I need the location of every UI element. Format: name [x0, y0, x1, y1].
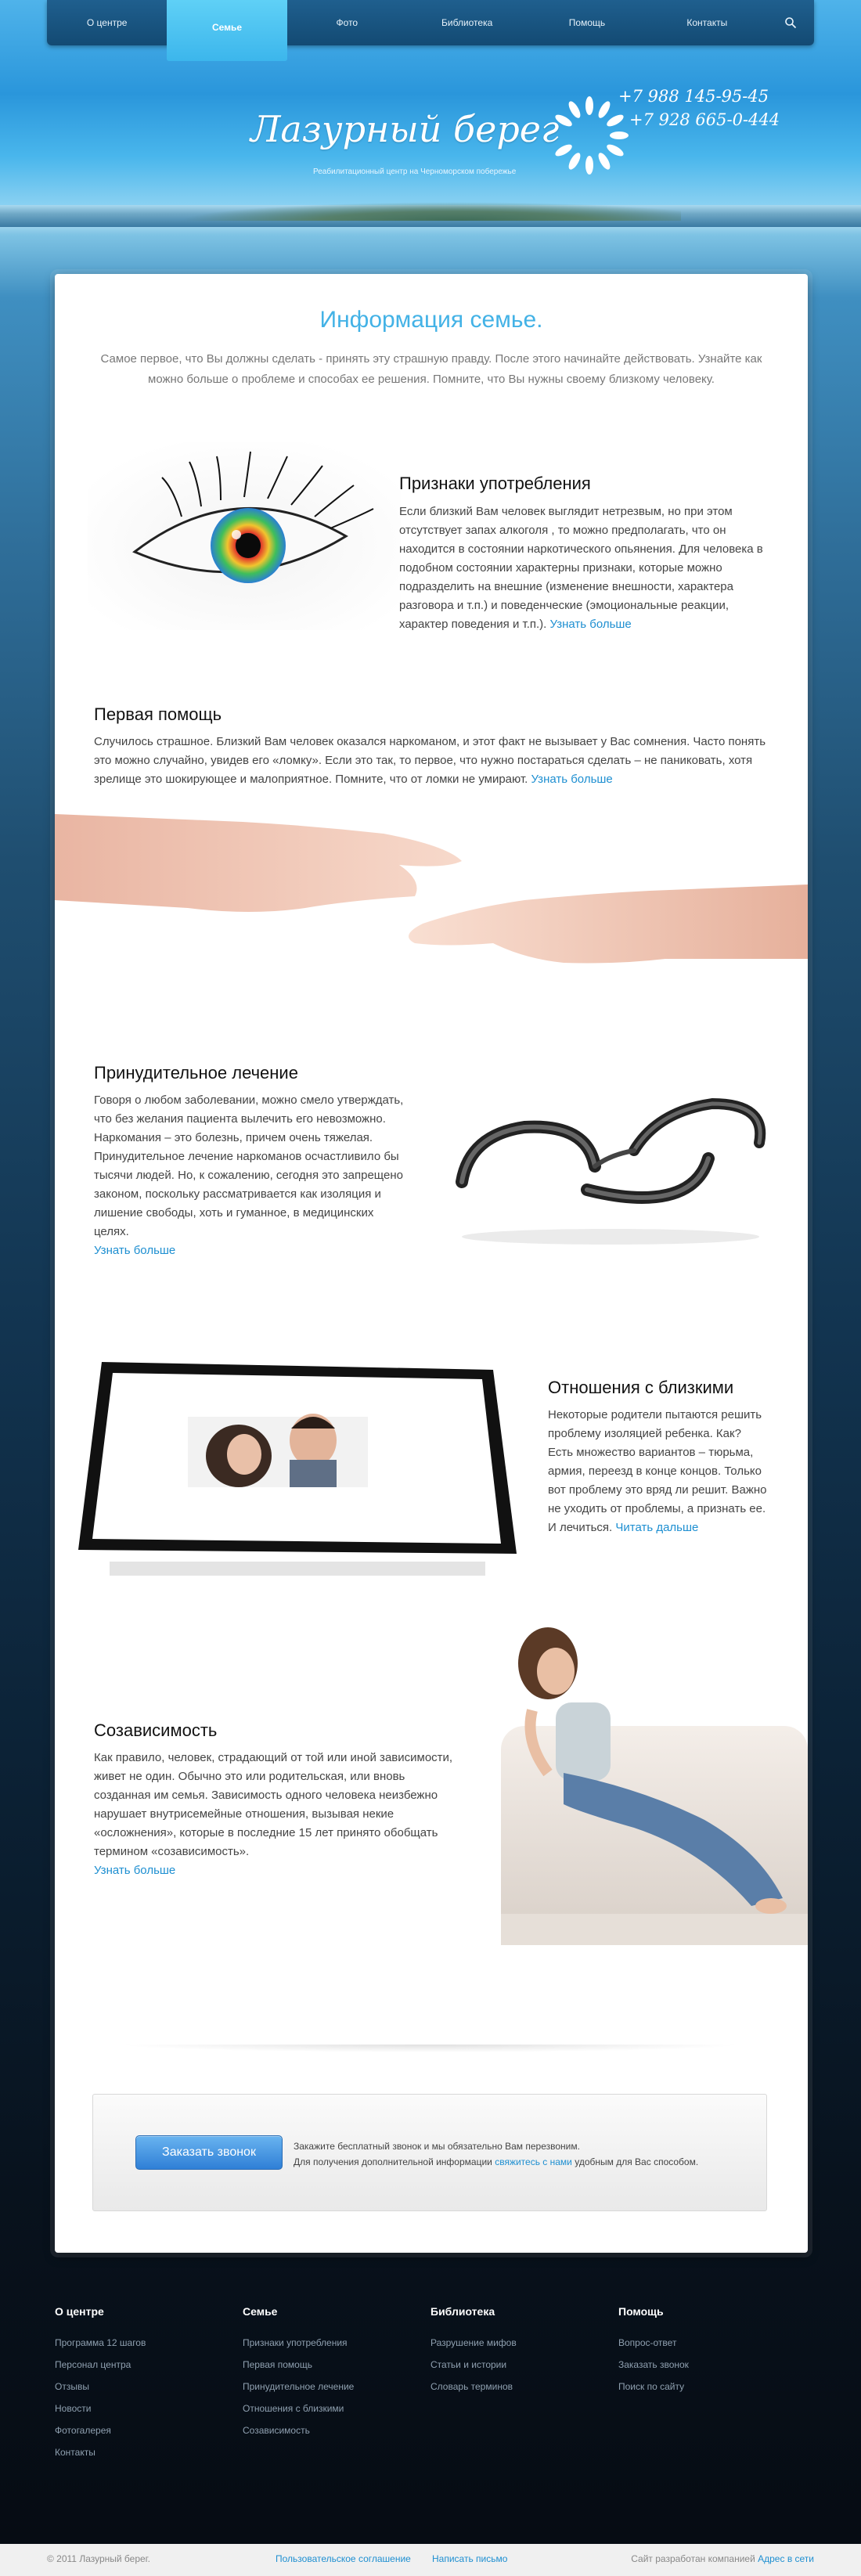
- footer-link[interactable]: Словарь терминов: [430, 2376, 611, 2398]
- more-link-signs[interactable]: Узнать больше: [550, 618, 632, 631]
- handcuffs-image: [456, 1097, 766, 1245]
- page-title: Информация семье.: [319, 307, 543, 333]
- footer-link[interactable]: Признаки употребления: [243, 2332, 423, 2354]
- main-nav: О центре Семье Фото Библиотека Помощь Ко…: [47, 0, 814, 61]
- footer-heading-about: О центре: [55, 2305, 104, 2318]
- more-link-first-aid[interactable]: Узнать больше: [531, 773, 613, 786]
- phone-1[interactable]: +7 988 145-95-45: [618, 85, 780, 108]
- section-heading-forced: Принудительное лечение: [94, 1063, 298, 1083]
- callback-line-1: Закажите бесплатный звонок и мы обязател…: [294, 2141, 580, 2152]
- order-call-button[interactable]: Заказать звонок: [135, 2135, 283, 2170]
- footer-heading-family: Семье: [243, 2305, 278, 2318]
- copyright: © 2011 Лазурный берег.: [47, 2553, 150, 2564]
- search-button[interactable]: [767, 0, 814, 45]
- section-heading-codependency: Созависимость: [94, 1720, 218, 1740]
- credit-text: Сайт разработан компанией: [631, 2553, 755, 2564]
- section-divider: [117, 2045, 744, 2052]
- nav-item-photo[interactable]: Фото: [287, 0, 407, 45]
- footer-heading-help: Помощь: [618, 2305, 664, 2318]
- nav-item-about[interactable]: О центре: [47, 0, 167, 45]
- coastline-island: [180, 202, 681, 221]
- footer-link[interactable]: Персонал центра: [55, 2354, 235, 2376]
- section-body-signs: Если близкий Вам человек выглядит нетрез…: [399, 505, 763, 631]
- search-icon: [785, 17, 797, 29]
- phone-2[interactable]: +7 928 665-0-444: [618, 108, 780, 132]
- footer-link[interactable]: Разрушение мифов: [430, 2332, 611, 2354]
- footer-link[interactable]: Первая помощь: [243, 2354, 423, 2376]
- more-link-relations[interactable]: Читать дальше: [615, 1521, 698, 1534]
- callback-line-2-before: Для получения дополнительной информации: [294, 2156, 492, 2167]
- logo-tagline: Реабилитационный центр на Черноморском п…: [313, 168, 517, 176]
- footer-link[interactable]: Фотогалерея: [55, 2419, 235, 2441]
- footer-col-help: Помощь Вопрос-ответ Заказать звонок Поис…: [618, 2305, 798, 2398]
- footer-link[interactable]: Программа 12 шагов: [55, 2332, 235, 2354]
- section-heading-signs: Признаки употребления: [399, 474, 591, 493]
- section-heading-relations: Отношения с близкими: [548, 1378, 734, 1397]
- agreement-link[interactable]: Пользовательское соглашение: [276, 2553, 411, 2564]
- intro-text: Самое первое, что Вы должны сделать - пр…: [100, 352, 762, 386]
- framed-photo-image: [78, 1362, 517, 1576]
- callback-panel: Заказать звонок Закажите бесплатный звон…: [92, 2094, 767, 2211]
- eye-image: [88, 442, 401, 630]
- section-text-forced: Говоря о любом заболевании, можно смело …: [94, 1091, 407, 1260]
- bottom-bar: © 2011 Лазурный берег. Пользовательское …: [0, 2544, 861, 2576]
- footer-col-library: Библиотека Разрушение мифов Статьи и ист…: [430, 2305, 611, 2398]
- footer-link[interactable]: Статьи и истории: [430, 2354, 611, 2376]
- footer-link[interactable]: Принудительное лечение: [243, 2376, 423, 2398]
- footer-heading-library: Библиотека: [430, 2305, 495, 2318]
- section-body-first-aid: Случилось страшное. Близкий Вам человек …: [94, 735, 766, 786]
- phone-numbers: +7 988 145-95-45 +7 928 665-0-444: [618, 85, 780, 132]
- developer-credit: Сайт разработан компанией Адрес в сети: [631, 2553, 814, 2564]
- callback-text: Закажите бесплатный звонок и мы обязател…: [294, 2138, 755, 2170]
- footer-link[interactable]: Отношения с близкими: [243, 2398, 423, 2419]
- footer-link[interactable]: Заказать звонок: [618, 2354, 798, 2376]
- logo-text: Лазурный берег: [250, 108, 560, 150]
- section-body-codependency: Как правило, человек, страдающий от той …: [94, 1751, 453, 1858]
- footer-col-about: О центре Программа 12 шагов Персонал цен…: [55, 2305, 235, 2463]
- nav-item-help[interactable]: Помощь: [527, 0, 647, 45]
- footer-link[interactable]: Контакты: [55, 2441, 235, 2463]
- more-link-forced[interactable]: Узнать больше: [94, 1244, 175, 1257]
- footer-link[interactable]: Новости: [55, 2398, 235, 2419]
- nav-item-family[interactable]: Семье: [167, 0, 287, 61]
- section-text-signs: Если близкий Вам человек выглядит нетрез…: [399, 503, 775, 634]
- sad-woman-image: [501, 1627, 808, 1945]
- footer-link[interactable]: Поиск по сайту: [618, 2376, 798, 2398]
- hands-image: [55, 814, 808, 964]
- footer-col-family: Семье Признаки употребления Первая помощ…: [243, 2305, 423, 2441]
- footer-link[interactable]: Вопрос-ответ: [618, 2332, 798, 2354]
- content-card: Информация семье. Самое первое, что Вы д…: [55, 274, 808, 2253]
- write-letter-link[interactable]: Написать письмо: [432, 2553, 507, 2564]
- footer-link[interactable]: Отзывы: [55, 2376, 235, 2398]
- callback-line-2: Для получения дополнительной информации …: [294, 2154, 755, 2170]
- developer-link[interactable]: Адрес в сети: [758, 2553, 814, 2564]
- section-text-codependency: Как правило, человек, страдающий от той …: [94, 1749, 454, 1880]
- section-text-first-aid: Случилось страшное. Близкий Вам человек …: [94, 733, 769, 789]
- nav-item-library[interactable]: Библиотека: [407, 0, 527, 45]
- footer-link[interactable]: Созависимость: [243, 2419, 423, 2441]
- callback-line-2-after: удобным для Вас способом.: [575, 2156, 699, 2167]
- section-text-relations: Некоторые родители пытаются решить пробл…: [548, 1406, 767, 1537]
- contact-us-link[interactable]: свяжитесь с нами: [495, 2156, 572, 2167]
- nav-item-contacts[interactable]: Контакты: [647, 0, 767, 45]
- site-logo[interactable]: Лазурный берег Реабилитационный центр на…: [243, 92, 634, 186]
- section-body-relations: Некоторые родители пытаются решить пробл…: [548, 1408, 767, 1534]
- more-link-codependency[interactable]: Узнать больше: [94, 1864, 175, 1877]
- section-heading-first-aid: Первая помощь: [94, 704, 222, 724]
- section-body-forced: Говоря о любом заболевании, можно смело …: [94, 1093, 404, 1238]
